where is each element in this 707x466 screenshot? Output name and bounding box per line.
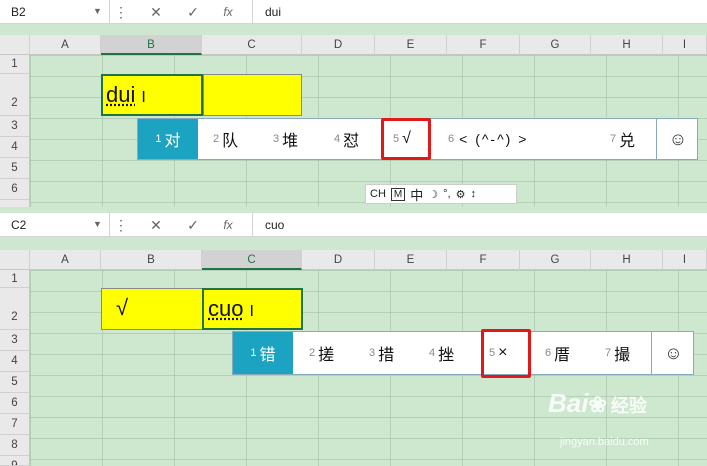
watermark-url: jingyan.baidu.com <box>560 436 649 448</box>
row-header[interactable]: 6 <box>0 179 29 200</box>
cell-c2[interactable] <box>203 74 302 116</box>
function-icon[interactable]: fx <box>217 213 239 237</box>
column-header[interactable]: B <box>101 250 202 270</box>
column-header[interactable]: G <box>520 250 591 270</box>
name-box-value: B2 <box>11 5 26 19</box>
column-header[interactable]: I <box>663 35 707 55</box>
column-header[interactable]: F <box>447 35 520 55</box>
emoji-icon[interactable]: ☺ <box>651 332 695 374</box>
column-header[interactable]: E <box>375 35 447 55</box>
column-header[interactable]: E <box>375 250 447 270</box>
row-header[interactable]: 6 <box>0 393 29 414</box>
cell-c2[interactable]: cuo I <box>202 288 303 330</box>
name-box[interactable]: C2 ▼ <box>0 213 110 237</box>
column-headers-top: A B C D E F G H I <box>0 35 707 55</box>
highlight-box <box>481 329 531 378</box>
cell-c2-value: cuo <box>208 296 244 321</box>
name-box-value: C2 <box>11 218 27 232</box>
column-headers-bottom: A B C D E F G H I <box>0 250 707 270</box>
column-header[interactable]: A <box>30 35 101 55</box>
row-header[interactable]: 9 <box>0 456 29 466</box>
ime-candidate[interactable]: 7撮 <box>605 332 630 374</box>
formula-bar-top: B2 ▼ ⋮ ✕ ✓ fx dui <box>0 0 707 24</box>
column-header[interactable]: I <box>663 250 707 270</box>
row-header[interactable]: 3 <box>0 116 29 137</box>
row-header[interactable]: 4 <box>0 351 29 372</box>
row-header[interactable]: 2 <box>0 288 29 330</box>
function-icon[interactable]: fx <box>217 0 239 24</box>
expand-icon[interactable]: ↕ <box>470 188 476 200</box>
row-header[interactable]: 1 <box>0 55 29 74</box>
row-header[interactable]: 5 <box>0 158 29 179</box>
column-header[interactable]: F <box>447 250 520 270</box>
select-all-corner[interactable] <box>0 250 30 270</box>
formula-input[interactable]: cuo <box>252 213 707 237</box>
chevron-down-icon[interactable]: ▼ <box>93 219 102 229</box>
more-icon: ⋮ <box>114 4 128 20</box>
chinese-mode-toggle[interactable]: 中 <box>410 185 423 204</box>
row-header[interactable]: 2 <box>0 74 29 116</box>
row-header[interactable]: 1 <box>0 270 29 288</box>
column-header[interactable]: C <box>202 250 302 270</box>
row-headers-top: 1 2 3 4 5 6 <box>0 55 30 207</box>
ime-candidate[interactable]: 1错 <box>233 332 293 374</box>
name-box[interactable]: B2 ▼ <box>0 0 110 24</box>
cell-b2[interactable]: √ <box>101 288 203 330</box>
formula-bar-bottom: C2 ▼ ⋮ ✕ ✓ fx cuo <box>0 213 707 237</box>
emoji-icon[interactable]: ☺ <box>656 119 699 159</box>
column-header[interactable]: D <box>302 35 375 55</box>
paw-icon: ❀ <box>588 392 607 417</box>
select-all-corner[interactable] <box>0 35 30 55</box>
watermark-brand: Bai <box>548 388 589 418</box>
gear-icon[interactable]: ⚙ <box>456 188 466 201</box>
cancel-icon[interactable]: ✕ <box>145 0 167 24</box>
ime-candidate[interactable]: 4挫 <box>429 332 454 374</box>
moon-icon[interactable]: ☽ <box>428 188 438 201</box>
confirm-icon[interactable]: ✓ <box>182 0 204 24</box>
ime-candidate[interactable]: 2队 <box>213 119 238 159</box>
watermark: Bai❀ 经验 <box>548 388 698 438</box>
column-header[interactable]: H <box>591 250 663 270</box>
cancel-icon[interactable]: ✕ <box>145 213 167 237</box>
language-toggle[interactable]: CH <box>370 188 386 200</box>
ime-status-toolbar: CH M 中 ☽ °, ⚙ ↕ <box>365 184 517 204</box>
row-header[interactable]: 5 <box>0 372 29 393</box>
column-header[interactable]: D <box>302 250 375 270</box>
row-header[interactable]: 8 <box>0 435 29 456</box>
ime-candidate[interactable]: 3措 <box>369 332 394 374</box>
column-header[interactable]: H <box>591 35 663 55</box>
ime-candidate[interactable]: 2搓 <box>309 332 334 374</box>
cell-b2[interactable]: dui I <box>101 74 203 116</box>
cell-b2-value: √ <box>116 295 129 320</box>
ime-candidate-bar-bottom: 1错 2搓 3措 4挫 5 × 6厝 7撮 ☺ <box>232 331 694 375</box>
formula-input[interactable]: dui <box>252 0 707 24</box>
text-cursor-icon: I <box>249 303 254 320</box>
chevron-down-icon[interactable]: ▼ <box>93 6 102 16</box>
punctuation-icon[interactable]: °, <box>443 188 450 200</box>
text-cursor-icon: I <box>141 89 146 106</box>
ime-candidate[interactable]: 6 < (^-^) > <box>448 119 528 159</box>
row-header[interactable]: 3 <box>0 330 29 351</box>
row-header[interactable]: 7 <box>0 414 29 435</box>
watermark-brand2: 经验 <box>610 396 647 416</box>
ime-candidate[interactable]: 6厝 <box>545 332 570 374</box>
row-header[interactable]: 4 <box>0 137 29 158</box>
ime-candidate[interactable]: 4怼 <box>334 119 359 159</box>
mode-icon[interactable]: M <box>390 187 406 201</box>
cell-b2-value: dui <box>106 82 136 107</box>
more-icon: ⋮ <box>114 217 128 233</box>
column-header[interactable]: A <box>30 250 101 270</box>
column-header[interactable]: C <box>202 35 302 55</box>
ime-candidate[interactable]: 3堆 <box>273 119 298 159</box>
ime-candidate[interactable]: 1对 <box>138 119 198 159</box>
confirm-icon[interactable]: ✓ <box>182 213 204 237</box>
ime-candidate[interactable]: 7兑 <box>610 119 635 159</box>
column-header[interactable]: B <box>101 35 202 55</box>
highlight-box <box>381 118 431 160</box>
row-headers-bottom: 1 2 3 4 5 6 7 8 9 <box>0 270 30 466</box>
column-header[interactable]: G <box>520 35 591 55</box>
